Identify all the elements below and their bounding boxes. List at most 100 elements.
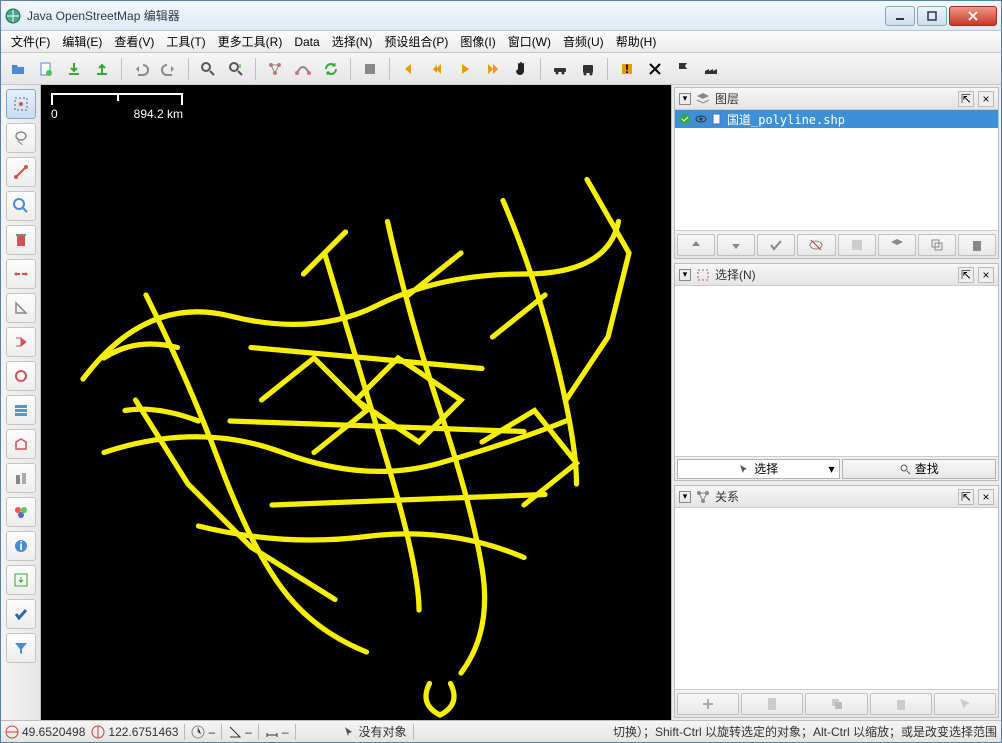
- menu-windows[interactable]: 窗口(W): [502, 31, 557, 52]
- zoom-icon[interactable]: [6, 191, 36, 221]
- buildings-icon[interactable]: [6, 463, 36, 493]
- layers-pin-icon[interactable]: ⇱: [958, 91, 974, 107]
- relation-select-button[interactable]: [934, 693, 996, 715]
- lat-icon: [5, 725, 19, 739]
- status-bar: 49.6520498 122.6751463 – – – 没有对象 切换）；Sh…: [1, 720, 1001, 742]
- menu-more-tools[interactable]: 更多工具(R): [212, 31, 289, 52]
- main-toolbar: !: [1, 53, 1001, 85]
- lon-icon: [91, 725, 105, 739]
- cursor-icon: [738, 463, 750, 475]
- maximize-button[interactable]: [917, 6, 947, 26]
- layer-name: 国道_polyline.shp: [727, 111, 845, 128]
- ways-icon[interactable]: [290, 56, 316, 82]
- audio-next-icon[interactable]: [424, 56, 450, 82]
- relations-icon: [695, 489, 711, 505]
- new-file-icon[interactable]: [33, 56, 59, 82]
- layer-opacity-button[interactable]: [838, 234, 876, 256]
- open-file-icon[interactable]: [5, 56, 31, 82]
- angle-icon[interactable]: [6, 293, 36, 323]
- layer-activate-button[interactable]: [757, 234, 795, 256]
- select-tool-icon[interactable]: [6, 89, 36, 119]
- circle-icon[interactable]: [6, 361, 36, 391]
- lasso-tool-icon[interactable]: [6, 123, 36, 153]
- layers-collapse-icon[interactable]: ▾: [679, 93, 691, 105]
- status-lon: 122.6751463: [108, 725, 178, 739]
- menu-imagery[interactable]: 图像(I): [454, 31, 501, 52]
- minimize-button[interactable]: [885, 6, 915, 26]
- menu-file[interactable]: 文件(F): [5, 31, 56, 52]
- extrude-icon[interactable]: [6, 429, 36, 459]
- relations-close-icon[interactable]: ×: [978, 489, 994, 505]
- menu-tools[interactable]: 工具(T): [160, 31, 211, 52]
- menu-presets[interactable]: 预设组合(P): [378, 31, 454, 52]
- layer-up-button[interactable]: [677, 234, 715, 256]
- find-button[interactable]: 查找: [842, 459, 997, 479]
- menu-audio[interactable]: 音频(U): [557, 31, 610, 52]
- menu-edit[interactable]: 编辑(E): [56, 31, 108, 52]
- bus-icon[interactable]: [575, 56, 601, 82]
- selection-close-icon[interactable]: ×: [978, 267, 994, 283]
- menu-view[interactable]: 查看(V): [108, 31, 160, 52]
- filter-icon[interactable]: [6, 633, 36, 663]
- flag-icon[interactable]: [670, 56, 696, 82]
- find-button-label: 查找: [915, 460, 939, 477]
- relation-duplicate-button[interactable]: [805, 693, 867, 715]
- distance-icon: [265, 725, 279, 739]
- layer-visibility-button[interactable]: [797, 234, 835, 256]
- relations-collapse-icon[interactable]: ▾: [679, 491, 691, 503]
- redo-icon[interactable]: [156, 56, 182, 82]
- selection-panel-title: 选择(N): [715, 266, 954, 283]
- split-way-icon[interactable]: [6, 259, 36, 289]
- layers-close-icon[interactable]: ×: [978, 91, 994, 107]
- nodes-icon[interactable]: [262, 56, 288, 82]
- delete-icon[interactable]: [642, 56, 668, 82]
- menu-selection[interactable]: 选择(N): [326, 31, 379, 52]
- search-icon[interactable]: [195, 56, 221, 82]
- menu-data[interactable]: Data: [288, 33, 325, 51]
- layer-merge-button[interactable]: [878, 234, 916, 256]
- audio-faster-icon[interactable]: [480, 56, 506, 82]
- relation-edit-button[interactable]: [741, 693, 803, 715]
- refresh-icon[interactable]: [318, 56, 344, 82]
- audio-play-icon[interactable]: [452, 56, 478, 82]
- layer-visible-icon[interactable]: [695, 113, 707, 125]
- window-title: Java OpenStreetMap 编辑器: [27, 7, 885, 24]
- stop-icon[interactable]: [357, 56, 383, 82]
- status-hint: 切换）；Shift-Ctrl 以旋转选定的对象；Alt-Ctrl 以缩放；或是改…: [613, 723, 997, 740]
- selection-pin-icon[interactable]: ⇱: [958, 267, 974, 283]
- layer-row[interactable]: 国道_polyline.shp: [675, 110, 998, 128]
- info-icon[interactable]: i: [6, 531, 36, 561]
- merge-icon[interactable]: [6, 327, 36, 357]
- relations-pin-icon[interactable]: ⇱: [958, 489, 974, 505]
- factory-icon[interactable]: [698, 56, 724, 82]
- map-canvas[interactable]: 0 894.2 km: [41, 85, 671, 720]
- find-icon: [899, 463, 911, 475]
- search-download-icon[interactable]: [223, 56, 249, 82]
- undo-icon[interactable]: [128, 56, 154, 82]
- relation-delete-button[interactable]: [870, 693, 932, 715]
- selection-collapse-icon[interactable]: ▾: [679, 269, 691, 281]
- menu-help[interactable]: 帮助(H): [610, 31, 663, 52]
- svg-text:!: !: [625, 62, 629, 76]
- relation-new-button[interactable]: [677, 693, 739, 715]
- draw-way-icon[interactable]: [6, 157, 36, 187]
- colors-icon[interactable]: [6, 497, 36, 527]
- upload-icon[interactable]: [89, 56, 115, 82]
- tags-icon[interactable]: [6, 395, 36, 425]
- road-network: [41, 85, 671, 720]
- layer-down-button[interactable]: [717, 234, 755, 256]
- hand-icon[interactable]: [508, 56, 534, 82]
- selection-combo[interactable]: 选择: [677, 459, 840, 479]
- layer-delete-button[interactable]: [958, 234, 996, 256]
- delete-node-icon[interactable]: [6, 225, 36, 255]
- download-bbox-icon[interactable]: [6, 565, 36, 595]
- validate-icon[interactable]: [6, 599, 36, 629]
- relations-panel-title: 关系: [715, 488, 954, 505]
- car-icon[interactable]: [547, 56, 573, 82]
- close-button[interactable]: [949, 6, 997, 26]
- download-icon[interactable]: [61, 56, 87, 82]
- warning-icon[interactable]: !: [614, 56, 640, 82]
- heading-icon: [191, 725, 205, 739]
- layer-duplicate-button[interactable]: [918, 234, 956, 256]
- audio-back-icon[interactable]: [396, 56, 422, 82]
